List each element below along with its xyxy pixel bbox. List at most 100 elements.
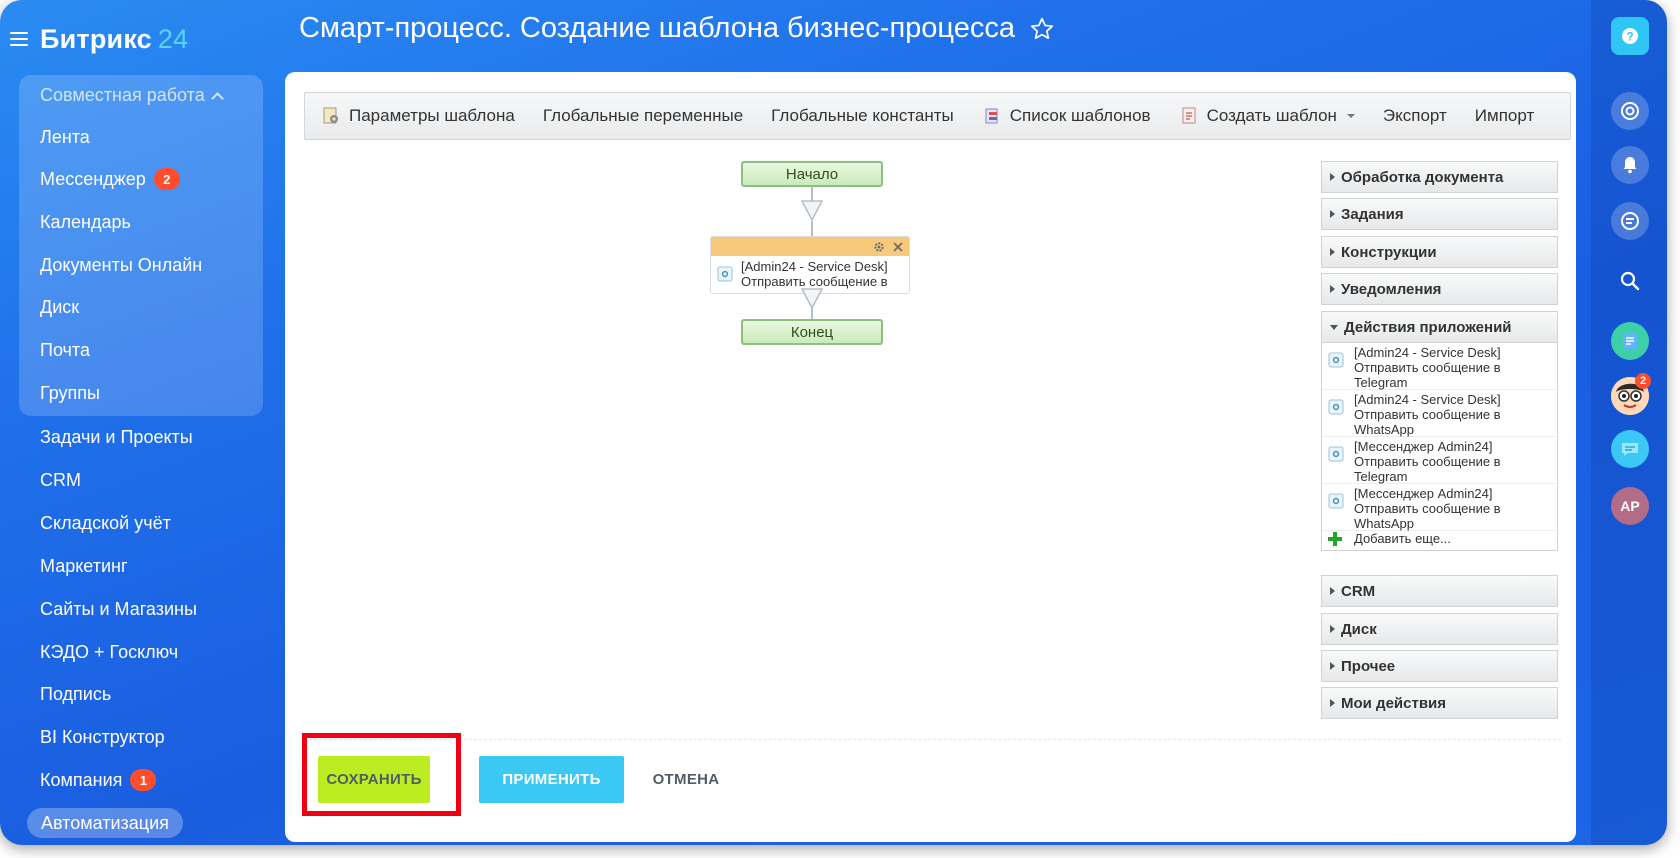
page-title: Смарт-процесс. Создание шаблона бизнес-п… <box>299 12 1055 45</box>
sidebar-item-label: BI Конструктор <box>40 727 165 747</box>
app-frame: Битрикс 24 Совместная работа Лента Мессен… <box>0 0 1667 845</box>
start-node-label: Начало <box>785 165 839 183</box>
feed-app-button[interactable] <box>1611 322 1649 360</box>
tree-section-document[interactable]: Обработка документа <box>1321 161 1558 193</box>
logo[interactable]: Битрикс 24 <box>40 24 188 55</box>
menu-icon[interactable] <box>10 32 28 46</box>
notifications-button[interactable] <box>1611 146 1649 184</box>
chats-button[interactable] <box>1611 202 1649 240</box>
template-params-button[interactable]: Параметры шаблона <box>305 106 529 126</box>
sidebar-item-mail[interactable]: Почта <box>40 340 90 361</box>
workflow-activity[interactable]: [Admin24 - Service Desk] Отправить сообщ… <box>710 236 910 294</box>
sidebar-item-calendar[interactable]: Календарь <box>40 212 131 233</box>
sidebar-item-signature[interactable]: Подпись <box>40 684 111 705</box>
sidebar-item-bi[interactable]: BI Конструктор <box>40 727 165 748</box>
save-button[interactable]: СОХРАНИТЬ <box>318 756 430 803</box>
cancel-button[interactable]: ОТМЕНА <box>641 756 731 803</box>
arrow-down-icon[interactable] <box>801 288 823 310</box>
sidebar-item-docs-online[interactable]: Документы Онлайн <box>40 255 202 276</box>
gear-icon[interactable] <box>873 241 885 253</box>
tree-entry-whatsapp-sd[interactable]: [Admin24 - Service Desk] Отправить сообще… <box>1322 390 1557 437</box>
caret-right-icon <box>1330 587 1335 595</box>
activity-stream-button[interactable] <box>1611 92 1649 130</box>
chat-list-icon <box>1621 212 1639 230</box>
pulse-icon <box>1621 102 1639 120</box>
counter-badge: 2 <box>153 168 180 190</box>
tree-section-constructions[interactable]: Конструкции <box>1321 236 1558 268</box>
plus-icon <box>1328 531 1342 546</box>
caret-right-icon <box>1330 248 1335 256</box>
tree-section-tasks[interactable]: Задания <box>1321 198 1558 230</box>
sidebar-item-crm[interactable]: CRM <box>40 470 81 491</box>
sidebar-item-sites[interactable]: Сайты и Магазины <box>40 599 197 620</box>
sidebar-item-label: Подпись <box>40 684 112 704</box>
logo-number: 24 <box>157 23 189 54</box>
add-more-link[interactable]: Добавить еще... <box>1328 531 1451 546</box>
create-template-label: Создать шаблон <box>1206 106 1337 125</box>
right-toolbar: ? 2 AP <box>1591 0 1667 845</box>
import-button[interactable]: Импорт <box>1461 106 1548 126</box>
caret-right-icon <box>1330 625 1335 633</box>
sidebar-item-feed[interactable]: Лента <box>40 127 90 148</box>
page-title-text: Смарт-процесс. Создание шаблона бизнес-п… <box>299 12 1015 44</box>
user-avatar-button[interactable]: 2 <box>1611 373 1651 415</box>
sidebar-group-title[interactable]: Совместная работа <box>40 85 224 106</box>
sidebar-item-automation[interactable]: Автоматизация <box>27 808 183 838</box>
sidebar-item-kedo[interactable]: КЭДО + Госключ <box>40 642 178 663</box>
entry-line: Отправить сообщение в <box>1354 407 1501 422</box>
apply-button[interactable]: ПРИМЕНИТЬ <box>479 756 624 803</box>
svg-text:?: ? <box>1626 30 1633 44</box>
create-template-button[interactable]: Создать шаблон <box>1165 106 1369 126</box>
activity-line1: [Admin24 - Service Desk] <box>741 259 888 274</box>
tree-section-crm[interactable]: CRM <box>1321 575 1558 607</box>
sidebar-item-groups[interactable]: Группы <box>40 383 100 404</box>
sidebar-item-disk[interactable]: Диск <box>40 297 79 318</box>
caret-right-icon <box>1330 699 1335 707</box>
tree-entry-text: [Admin24 - Service Desk] Отправить сообще… <box>1354 345 1501 390</box>
entry-line: Telegram <box>1354 375 1408 390</box>
tree-section-app-actions[interactable]: Действия приложений <box>1321 311 1558 343</box>
entry-line: Отправить сообщение в <box>1354 501 1501 516</box>
search-button[interactable] <box>1611 262 1649 300</box>
messenger-button[interactable] <box>1611 430 1649 468</box>
tree-section-other[interactable]: Прочее <box>1321 650 1558 682</box>
tree-section-disk[interactable]: Диск <box>1321 613 1558 645</box>
app-actions-list: [Admin24 - Service Desk] Отправить сообще… <box>1321 343 1558 551</box>
list-icon <box>985 108 998 124</box>
tree-entry-telegram-sd[interactable]: [Admin24 - Service Desk] Отправить сообще… <box>1322 343 1557 390</box>
sidebar-item-messenger[interactable]: Мессенджер 2 <box>40 168 180 190</box>
tree-entry-text: [Мессенджер Admin24] Отправить сообщение … <box>1354 439 1501 484</box>
global-consts-label: Глобальные константы <box>771 106 954 125</box>
sidebar-item-company[interactable]: Компания 1 <box>40 769 157 791</box>
tree-entry-text: [Admin24 - Service Desk] Отправить сообще… <box>1354 392 1501 437</box>
counter-badge: 1 <box>130 769 157 791</box>
sidebar-item-marketing[interactable]: Маркетинг <box>40 556 128 577</box>
sidebar-item-label: Календарь <box>40 212 131 232</box>
arrow-down-icon[interactable] <box>801 200 823 222</box>
star-icon[interactable] <box>1029 16 1055 42</box>
sidebar-item-label: Диск <box>40 297 80 317</box>
global-consts-button[interactable]: Глобальные константы <box>757 106 968 126</box>
activity-line2: Отправить сообщение в <box>741 274 888 289</box>
global-vars-button[interactable]: Глобальные переменные <box>529 106 757 126</box>
import-label: Импорт <box>1474 106 1535 125</box>
app-action-icon <box>717 266 733 282</box>
tree-entry-whatsapp-msg[interactable]: [Мессенджер Admin24] Отправить сообщение … <box>1322 484 1557 531</box>
sidebar-item-label: Почта <box>40 340 90 360</box>
sidebar-item-inventory[interactable]: Складской учёт <box>40 513 171 534</box>
tree-section-label: Диск <box>1341 620 1377 638</box>
help-icon: ? <box>1622 28 1638 44</box>
user-initials-avatar[interactable]: AP <box>1611 487 1649 525</box>
templates-list-button[interactable]: Список шаблонов <box>968 106 1165 126</box>
tree-section-label: Задания <box>1341 205 1404 223</box>
workflow-start-node[interactable]: Начало <box>741 161 883 187</box>
tree-section-label: CRM <box>1341 582 1376 600</box>
sidebar-item-tasks[interactable]: Задачи и Проекты <box>40 427 193 448</box>
tree-section-notifications[interactable]: Уведомления <box>1321 273 1558 305</box>
help-button[interactable]: ? <box>1611 17 1649 55</box>
close-icon[interactable] <box>893 241 903 252</box>
export-button[interactable]: Экспорт <box>1369 106 1461 126</box>
tree-entry-telegram-msg[interactable]: [Мессенджер Admin24] Отправить сообщение … <box>1322 437 1557 484</box>
tree-section-my-actions[interactable]: Мои действия <box>1321 687 1558 719</box>
workflow-end-node[interactable]: Конец <box>741 319 883 345</box>
